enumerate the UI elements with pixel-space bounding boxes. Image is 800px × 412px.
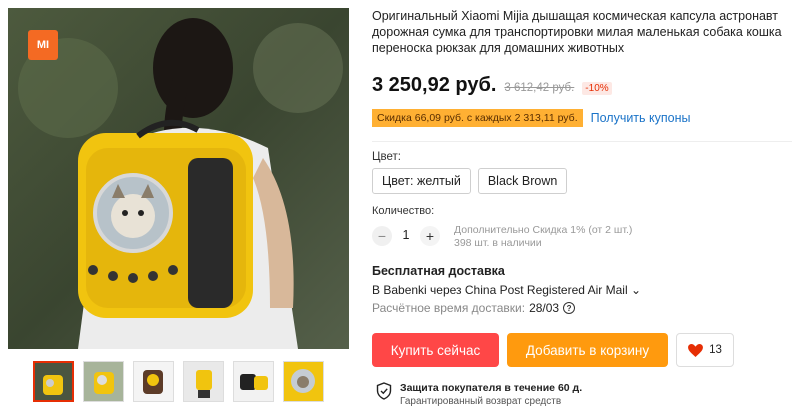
delivery-time: Расчётное время доставки: 28/03 ? [372,301,576,315]
shipping-destination[interactable]: В Babenki через China Post Registered Ai… [372,283,641,297]
thumbnail-2[interactable] [83,361,124,402]
add-to-cart-button[interactable]: Добавить в корзину [507,333,668,367]
quantity-label: Количество: [372,205,435,217]
action-buttons: Купить сейчас Добавить в корзину 13 [372,333,734,367]
divider [372,141,792,142]
color-option-yellow[interactable]: Цвет: желтый [372,168,471,194]
color-options: Цвет: желтый Black Brown [372,168,568,194]
delivery-time-label: Расчётное время доставки: [372,301,526,315]
quantity-increase-button[interactable]: + [420,226,440,246]
coupon-row: Скидка 66,09 руб. с каждых 2 313,11 руб.… [372,109,691,127]
buyer-protection: Защита покупателя в течение 60 д. Гарант… [376,382,582,408]
buyer-protection-subtitle: Гарантированный возврат средств [400,396,562,407]
shield-check-icon [376,382,392,400]
stock-text: 398 шт. в наличии [454,237,542,249]
shipping-title: Бесплатная доставка [372,264,505,278]
color-option-black-brown[interactable]: Black Brown [477,168,568,194]
quantity-info: Дополнительно Скидка 1% (от 2 шт.) 398 ш… [454,224,632,250]
quantity-decrease-button[interactable]: − [372,226,392,246]
color-label: Цвет: [372,151,401,163]
quantity-value[interactable]: 1 [398,228,414,242]
thumbnail-strip [33,361,324,402]
wishlist-button[interactable]: 13 [676,333,734,367]
thumbnail-6[interactable] [283,361,324,402]
heart-icon [688,343,704,357]
thumbnail-5[interactable] [233,361,274,402]
main-product-image[interactable]: MI [8,8,349,349]
product-photo [8,8,349,349]
wishlist-count: 13 [709,344,722,356]
buy-now-button[interactable]: Купить сейчас [372,333,499,367]
thumbnail-3[interactable] [133,361,174,402]
coupon-badge: Скидка 66,09 руб. с каждых 2 313,11 руб. [372,109,583,127]
price-row: 3 250,92 руб. 3 612,42 руб. -10% [372,74,612,97]
buyer-protection-title: Защита покупателя в течение 60 д. [400,382,583,394]
current-price: 3 250,92 руб. [372,74,497,96]
product-title: Оригинальный Xiaomi Mijia дышащая космич… [372,9,782,55]
help-icon[interactable]: ? [563,302,576,314]
xiaomi-logo: MI [28,30,58,60]
thumbnail-1[interactable] [33,361,74,402]
discount-badge: -10% [582,82,612,95]
buyer-protection-text: Защита покупателя в течение 60 д. Гарант… [400,382,582,408]
product-info: Оригинальный Xiaomi Mijia дышащая космич… [372,8,792,407]
delivery-time-value: 28/03 [529,301,560,315]
get-coupons-link[interactable]: Получить купоны [591,111,691,125]
extra-discount-text: Дополнительно Скидка 1% (от 2 шт.) [454,224,633,236]
quantity-stepper: − 1 + Дополнительно Скидка 1% (от 2 шт.)… [372,224,632,250]
thumbnail-4[interactable] [183,361,224,402]
old-price: 3 612,42 руб. [504,82,575,94]
